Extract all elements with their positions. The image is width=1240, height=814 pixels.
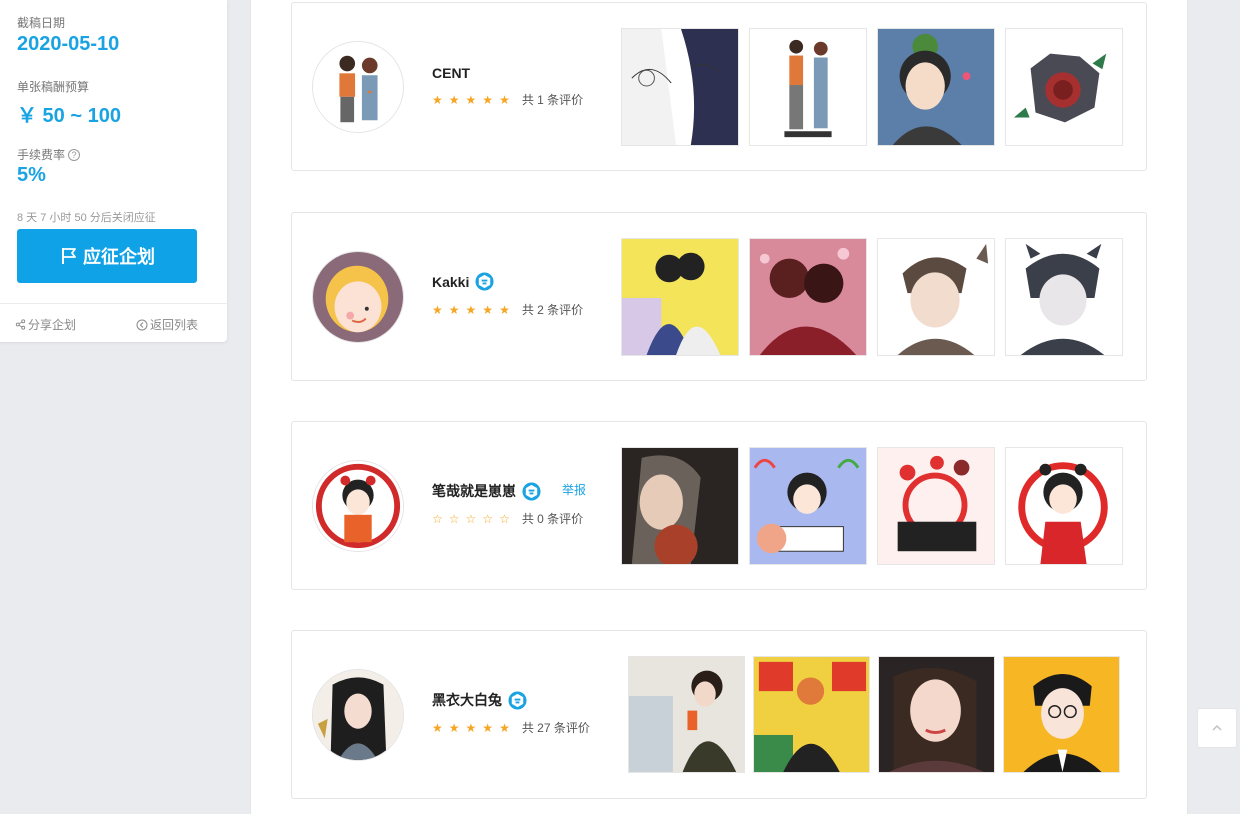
artist-card[interactable]: 笔哉就是崽崽 举报 ☆ ☆ ☆ ☆ ☆ 共 0 条评价 (291, 421, 1147, 590)
artist-name-row: CENT (432, 65, 470, 81)
portfolio-gallery (628, 656, 1120, 773)
sidebar-divider (0, 303, 227, 304)
portfolio-thumbnail[interactable] (878, 656, 995, 773)
portfolio-thumbnail[interactable] (749, 28, 867, 146)
portfolio-thumbnail[interactable] (621, 28, 739, 146)
review-count[interactable]: 共 2 条评价 (522, 301, 583, 318)
apply-button-label: 应征企划 (83, 247, 155, 267)
share-link-label: 分享企划 (28, 318, 77, 332)
fee-label-row: 手续费率 ? (17, 146, 81, 163)
rating-row: ☆ ☆ ☆ ☆ ☆ 共 0 条评价 (432, 510, 583, 527)
back-circle-icon (136, 319, 148, 330)
deadline-label: 截稿日期 (17, 16, 66, 30)
back-link[interactable]: 返回列表 (136, 316, 198, 333)
portfolio-thumbnail[interactable] (1005, 28, 1123, 146)
portfolio-thumbnail[interactable] (1003, 656, 1120, 773)
artist-card[interactable]: Kakki ★ ★ ★ ★ ★ 共 2 条评价 (291, 212, 1147, 381)
avatar[interactable] (312, 251, 404, 343)
budget-value: ￥ 50 ~ 100 (17, 105, 121, 127)
portfolio-thumbnail[interactable] (749, 238, 867, 356)
verified-badge-icon (508, 690, 527, 710)
portfolio-gallery (621, 28, 1123, 146)
fee-value: 5% (17, 164, 46, 186)
avatar[interactable] (312, 41, 404, 133)
artist-card[interactable]: CENT ★ ★ ★ ★ ★ 共 1 条评价 (291, 2, 1147, 171)
artist-name-row: 黑衣大白兔 (432, 690, 527, 710)
star-rating: ★ ★ ★ ★ ★ (432, 92, 510, 107)
rating-row: ★ ★ ★ ★ ★ 共 2 条评价 (432, 301, 583, 318)
star-rating: ☆ ☆ ☆ ☆ ☆ (432, 511, 510, 526)
countdown-text: 8 天 7 小时 50 分后关闭应征 (17, 212, 156, 224)
artist-name[interactable]: 笔哉就是崽崽 (432, 481, 516, 501)
share-icon (15, 319, 26, 330)
portfolio-thumbnail[interactable] (877, 447, 995, 565)
artist-name[interactable]: CENT (432, 65, 470, 81)
scroll-top-button[interactable] (1197, 708, 1237, 748)
fee-label: 手续费率 (17, 148, 66, 162)
artist-name-row: Kakki (432, 272, 494, 291)
avatar[interactable] (312, 669, 404, 761)
share-link[interactable]: 分享企划 (15, 316, 76, 333)
verified-badge-icon (475, 272, 494, 291)
star-rating: ★ ★ ★ ★ ★ (432, 720, 510, 735)
portfolio-thumbnail[interactable] (1005, 238, 1123, 356)
portfolio-thumbnail[interactable] (877, 28, 995, 146)
back-link-label: 返回列表 (150, 318, 199, 332)
portfolio-thumbnail[interactable] (1005, 447, 1123, 565)
report-link[interactable]: 举报 (562, 481, 586, 498)
review-count[interactable]: 共 1 条评价 (522, 91, 583, 108)
verified-badge-icon (522, 481, 541, 501)
portfolio-thumbnail[interactable] (749, 447, 867, 565)
project-info-card: 截稿日期 2020-05-10 单张稿酬预算 ￥ 50 ~ 100 手续费率 ?… (0, 0, 227, 342)
review-count[interactable]: 共 0 条评价 (522, 510, 583, 527)
portfolio-thumbnail[interactable] (628, 656, 745, 773)
star-rating: ★ ★ ★ ★ ★ (432, 302, 510, 317)
portfolio-thumbnail[interactable] (621, 238, 739, 356)
rating-row: ★ ★ ★ ★ ★ 共 27 条评价 (432, 719, 590, 736)
help-icon[interactable]: ? (68, 148, 81, 161)
apply-button[interactable]: 应征企划 (17, 229, 197, 283)
portfolio-thumbnail[interactable] (621, 447, 739, 565)
budget-label: 单张稿酬预算 (17, 80, 90, 94)
artist-card[interactable]: 黑衣大白兔 ★ ★ ★ ★ ★ 共 27 条评价 (291, 630, 1147, 799)
rating-row: ★ ★ ★ ★ ★ 共 1 条评价 (432, 91, 583, 108)
chevron-up-icon (1212, 724, 1222, 731)
artist-name[interactable]: Kakki (432, 274, 469, 290)
portfolio-gallery (621, 238, 1123, 356)
portfolio-thumbnail[interactable] (877, 238, 995, 356)
flag-icon (62, 248, 76, 264)
artist-name[interactable]: 黑衣大白兔 (432, 690, 502, 710)
portfolio-thumbnail[interactable] (753, 656, 870, 773)
artist-name-row: 笔哉就是崽崽 (432, 481, 541, 501)
portfolio-gallery (621, 447, 1123, 565)
review-count[interactable]: 共 27 条评价 (522, 719, 590, 736)
avatar[interactable] (312, 460, 404, 552)
deadline-value: 2020-05-10 (17, 33, 120, 55)
